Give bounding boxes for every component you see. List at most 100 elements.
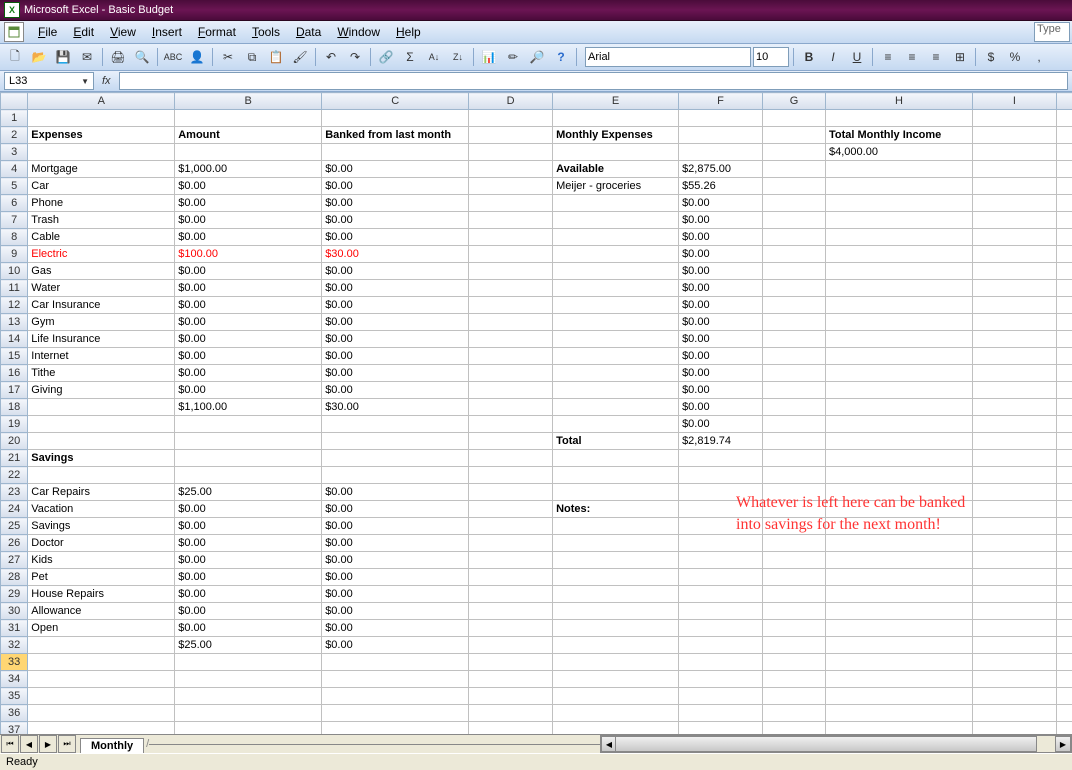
cell-I3[interactable] (972, 144, 1056, 161)
row-header-30[interactable]: 30 (1, 603, 28, 620)
cell-F18[interactable]: $0.00 (679, 399, 763, 416)
cell-J14[interactable] (1056, 331, 1072, 348)
cell-H9[interactable] (826, 246, 973, 263)
hyperlink-button[interactable]: 🔗 (375, 46, 397, 68)
cell-J30[interactable] (1056, 603, 1072, 620)
sort-asc-button[interactable]: A↓ (423, 46, 445, 68)
cell-J24[interactable] (1056, 501, 1072, 518)
cell-H8[interactable] (826, 229, 973, 246)
cell-F33[interactable] (679, 654, 763, 671)
open-button[interactable]: 📂 (28, 46, 50, 68)
cell-F17[interactable]: $0.00 (679, 382, 763, 399)
cell-J32[interactable] (1056, 637, 1072, 654)
cell-H15[interactable] (826, 348, 973, 365)
cell-J37[interactable] (1056, 722, 1072, 735)
cell-A22[interactable] (28, 467, 175, 484)
cell-B18[interactable]: $1,100.00 (175, 399, 322, 416)
cell-C3[interactable] (322, 144, 469, 161)
cell-H7[interactable] (826, 212, 973, 229)
row-header-23[interactable]: 23 (1, 484, 28, 501)
cell-F14[interactable]: $0.00 (679, 331, 763, 348)
cell-D26[interactable] (469, 535, 553, 552)
col-header-F[interactable]: F (679, 93, 763, 110)
col-header-A[interactable]: A (28, 93, 175, 110)
cell-C8[interactable]: $0.00 (322, 229, 469, 246)
cell-B15[interactable]: $0.00 (175, 348, 322, 365)
cell-D13[interactable] (469, 314, 553, 331)
cell-C23[interactable]: $0.00 (322, 484, 469, 501)
cell-B11[interactable]: $0.00 (175, 280, 322, 297)
cell-G12[interactable] (763, 297, 826, 314)
cell-G2[interactable] (763, 127, 826, 144)
sort-desc-button[interactable]: Z↓ (447, 46, 469, 68)
cell-I19[interactable] (972, 416, 1056, 433)
cell-A4[interactable]: Mortgage (28, 161, 175, 178)
col-header-J[interactable]: J (1056, 93, 1072, 110)
row-header-34[interactable]: 34 (1, 671, 28, 688)
row-header-1[interactable]: 1 (1, 110, 28, 127)
cell-I28[interactable] (972, 569, 1056, 586)
cell-G35[interactable] (763, 688, 826, 705)
cell-H30[interactable] (826, 603, 973, 620)
tab-nav-prev[interactable]: ◀ (20, 735, 38, 753)
cell-F27[interactable] (679, 552, 763, 569)
file-icon[interactable] (4, 22, 24, 42)
cell-B4[interactable]: $1,000.00 (175, 161, 322, 178)
cell-J17[interactable] (1056, 382, 1072, 399)
cell-J11[interactable] (1056, 280, 1072, 297)
menu-tools[interactable]: Tools (244, 23, 288, 41)
row-header-12[interactable]: 12 (1, 297, 28, 314)
cell-F11[interactable]: $0.00 (679, 280, 763, 297)
cell-I36[interactable] (972, 705, 1056, 722)
cell-I9[interactable] (972, 246, 1056, 263)
tab-nav-first[interactable]: ⏮ (1, 735, 19, 753)
cell-C14[interactable]: $0.00 (322, 331, 469, 348)
cell-A5[interactable]: Car (28, 178, 175, 195)
cell-E33[interactable] (553, 654, 679, 671)
cell-B22[interactable] (175, 467, 322, 484)
cell-F35[interactable] (679, 688, 763, 705)
cell-E35[interactable] (553, 688, 679, 705)
sheet-tab[interactable]: Monthly (80, 738, 144, 753)
cell-A29[interactable]: House Repairs (28, 586, 175, 603)
cell-B3[interactable] (175, 144, 322, 161)
cell-E5[interactable]: Meijer - groceries (553, 178, 679, 195)
print-preview-button[interactable]: 🔍 (131, 46, 153, 68)
cell-H2[interactable]: Total Monthly Income (826, 127, 973, 144)
cell-C25[interactable]: $0.00 (322, 518, 469, 535)
cell-D11[interactable] (469, 280, 553, 297)
menu-format[interactable]: Format (190, 23, 244, 41)
cell-B17[interactable]: $0.00 (175, 382, 322, 399)
cell-I17[interactable] (972, 382, 1056, 399)
cell-C1[interactable] (322, 110, 469, 127)
cell-B19[interactable] (175, 416, 322, 433)
cell-I8[interactable] (972, 229, 1056, 246)
cell-B32[interactable]: $25.00 (175, 637, 322, 654)
cell-A2[interactable]: Expenses (28, 127, 175, 144)
cell-C33[interactable] (322, 654, 469, 671)
cell-G32[interactable] (763, 637, 826, 654)
cell-J2[interactable] (1056, 127, 1072, 144)
cell-B13[interactable]: $0.00 (175, 314, 322, 331)
cell-B14[interactable]: $0.00 (175, 331, 322, 348)
cell-F32[interactable] (679, 637, 763, 654)
row-header-33[interactable]: 33 (1, 654, 28, 671)
bold-button[interactable]: B (798, 46, 820, 68)
cell-E14[interactable] (553, 331, 679, 348)
cell-C27[interactable]: $0.00 (322, 552, 469, 569)
cell-E32[interactable] (553, 637, 679, 654)
cell-E25[interactable] (553, 518, 679, 535)
cell-D27[interactable] (469, 552, 553, 569)
col-header-B[interactable]: B (175, 93, 322, 110)
cell-B37[interactable] (175, 722, 322, 735)
cell-A1[interactable] (28, 110, 175, 127)
row-header-21[interactable]: 21 (1, 450, 28, 467)
type-help-box[interactable]: Type (1034, 22, 1070, 42)
cell-J25[interactable] (1056, 518, 1072, 535)
cell-E6[interactable] (553, 195, 679, 212)
cell-F10[interactable]: $0.00 (679, 263, 763, 280)
cell-H34[interactable] (826, 671, 973, 688)
cell-B27[interactable]: $0.00 (175, 552, 322, 569)
cell-A30[interactable]: Allowance (28, 603, 175, 620)
cell-E21[interactable] (553, 450, 679, 467)
